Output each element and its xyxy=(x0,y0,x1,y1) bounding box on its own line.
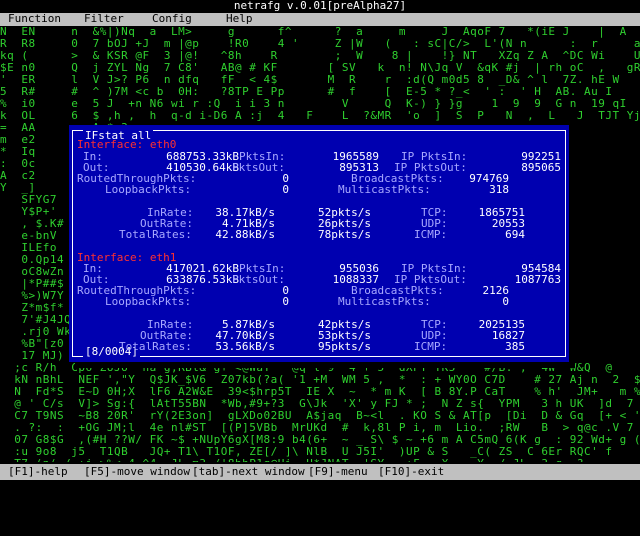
icmp-value: 694 xyxy=(505,228,525,241)
ifstat-window[interactable]: IFstat all [8/0004] Interface: eth0 In: … xyxy=(69,125,569,362)
mcast-value: 0 xyxy=(502,295,509,308)
totalpkts-value: 78pkts/s xyxy=(318,228,371,241)
totalrates-value: 53.56kB/s xyxy=(215,340,275,353)
loopback-label: LoopbackPkts: xyxy=(105,183,192,196)
help-hint[interactable]: [F1]-help xyxy=(8,466,68,478)
next-window-hint[interactable]: [tab]-next window xyxy=(192,466,305,478)
mcast-label: MulticastPkts: xyxy=(338,295,431,308)
totalrates-label: TotalRates: xyxy=(119,340,192,353)
menu-config[interactable]: Config xyxy=(152,13,192,25)
loopback-value: 0 xyxy=(282,183,289,196)
mcast-label: MulticastPkts: xyxy=(338,183,431,196)
status-bar: [F1]-help [F5]-move window [tab]-next wi… xyxy=(0,464,640,480)
loopback-value: 0 xyxy=(282,295,289,308)
icmp-value: 385 xyxy=(505,340,525,353)
matrix-row: T7 (n( / +j >%< 4 ^4 JL m3 /'8hhP1q@Hi U… xyxy=(0,458,640,463)
loopback-label: LoopbackPkts: xyxy=(105,295,192,308)
move-window-hint[interactable]: [F5]-move window xyxy=(84,466,190,478)
icmp-label: ICMP: xyxy=(414,228,448,241)
menu-hint[interactable]: [F9]-menu xyxy=(308,466,368,478)
menu-help[interactable]: Help xyxy=(226,13,253,25)
icmp-label: ICMP: xyxy=(414,340,448,353)
menu-filter[interactable]: Filter xyxy=(84,13,124,25)
menu-bar: Function Filter Config Help xyxy=(0,13,640,26)
totalpkts-value: 95pkts/s xyxy=(318,340,371,353)
exit-hint[interactable]: [F10]-exit xyxy=(378,466,444,478)
menu-function[interactable]: Function xyxy=(8,13,61,25)
totalrates-value: 42.88kB/s xyxy=(215,228,275,241)
mcast-value: 318 xyxy=(489,183,509,196)
totalrates-label: TotalRates: xyxy=(119,228,192,241)
